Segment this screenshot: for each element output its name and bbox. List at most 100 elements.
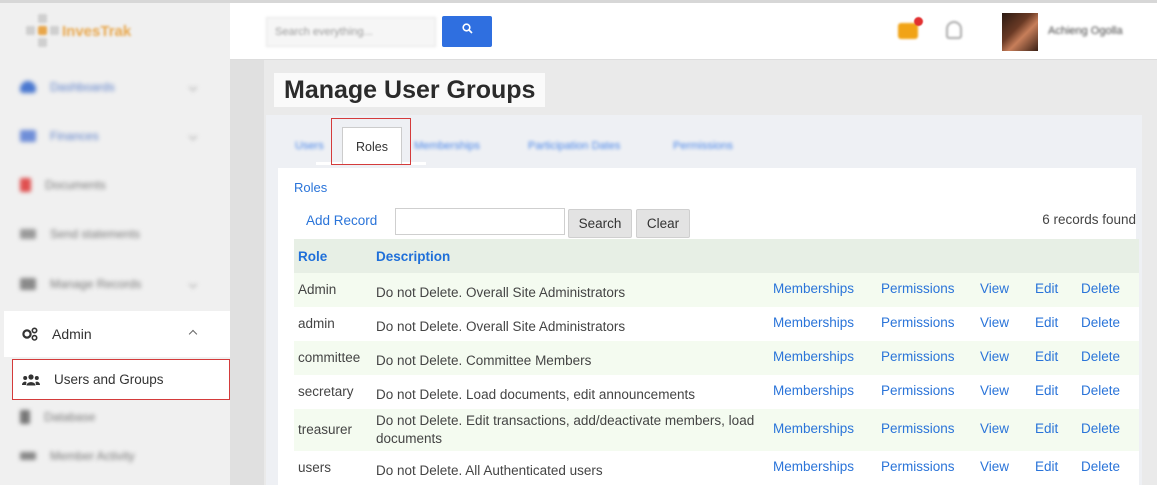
- sidebar-item-label: Users and Groups: [54, 372, 164, 387]
- tab-permissions[interactable]: Permissions: [673, 140, 733, 152]
- description-cell: Do not Delete. Overall Site Administrato…: [376, 285, 626, 300]
- view-link[interactable]: View: [980, 349, 1009, 364]
- sidebar-item-documents[interactable]: Documents: [0, 165, 230, 205]
- edit-link[interactable]: Edit: [1035, 383, 1058, 398]
- add-record-link[interactable]: Add Record: [306, 213, 377, 228]
- sidebar-item-label: Manage Records: [50, 277, 142, 291]
- delete-link[interactable]: Delete: [1081, 281, 1120, 296]
- role-cell: treasurer: [298, 422, 353, 437]
- edit-link[interactable]: Edit: [1035, 349, 1058, 364]
- grid-header: Role Description: [294, 239, 1139, 273]
- edit-link[interactable]: Edit: [1035, 281, 1058, 296]
- database-icon: [20, 410, 30, 424]
- table-row: committee Do not Delete. Committee Member…: [294, 341, 1139, 375]
- description-cell: Do not Delete. Committee Members: [376, 353, 592, 368]
- column-header-description[interactable]: Description: [376, 249, 450, 264]
- sidebar-item-database[interactable]: Database: [0, 397, 230, 437]
- delete-link[interactable]: Delete: [1081, 349, 1120, 364]
- sidebar-item-label: Admin: [52, 326, 92, 342]
- sidebar-item-manage-records[interactable]: Manage Records: [0, 264, 230, 304]
- table-row: secretary Do not Delete. Load documents, …: [294, 375, 1139, 409]
- permissions-link[interactable]: Permissions: [881, 459, 955, 474]
- permissions-link[interactable]: Permissions: [881, 315, 955, 330]
- memberships-link[interactable]: Memberships: [773, 421, 854, 436]
- column-header-role[interactable]: Role: [298, 249, 327, 264]
- activity-icon: [20, 452, 36, 460]
- user-name[interactable]: Achieng Ogolla: [1048, 25, 1123, 37]
- permissions-link[interactable]: Permissions: [881, 281, 955, 296]
- app-logo[interactable]: InvesTrak: [26, 13, 131, 49]
- edit-link[interactable]: Edit: [1035, 315, 1058, 330]
- sidebar-item-label: Member Activity: [50, 449, 135, 463]
- finance-icon: [20, 130, 36, 142]
- table-row: admin Do not Delete. Overall Site Adminis…: [294, 307, 1139, 341]
- cloud-icon: [20, 81, 36, 93]
- sidebar-item-users-and-groups[interactable]: Users and Groups: [12, 359, 230, 400]
- tab-users[interactable]: Users: [295, 140, 324, 152]
- description-cell: Do not Delete. All Authenticated users: [376, 463, 603, 478]
- tab-memberships[interactable]: Memberships: [414, 140, 480, 152]
- tab-roles-highlight: [331, 118, 411, 165]
- breadcrumb[interactable]: Roles: [294, 180, 327, 195]
- role-cell: Admin: [298, 282, 337, 297]
- delete-link[interactable]: Delete: [1081, 315, 1120, 330]
- delete-link[interactable]: Delete: [1081, 421, 1120, 436]
- sidebar-item-label: Documents: [45, 178, 106, 192]
- delete-link[interactable]: Delete: [1081, 383, 1120, 398]
- view-link[interactable]: View: [980, 281, 1009, 296]
- description-cell: Do not Delete. Load documents, edit anno…: [376, 387, 695, 402]
- sidebar-item-admin[interactable]: Admin: [4, 311, 230, 357]
- search-input[interactable]: Search everything...: [266, 17, 436, 47]
- document-icon: [20, 178, 31, 192]
- view-link[interactable]: View: [980, 383, 1009, 398]
- clear-button[interactable]: Clear: [636, 209, 690, 238]
- chevron-up-icon: [188, 329, 198, 339]
- search-icon: [461, 23, 473, 34]
- content-gutter: [230, 60, 264, 485]
- table-row: treasurer Do not Delete. Edit transaction…: [294, 409, 1139, 451]
- view-link[interactable]: View: [980, 315, 1009, 330]
- role-cell: users: [298, 460, 332, 475]
- memberships-link[interactable]: Memberships: [773, 459, 854, 474]
- edit-link[interactable]: Edit: [1035, 459, 1058, 474]
- role-cell: secretary: [298, 384, 354, 399]
- notifications-icon[interactable]: [898, 23, 918, 39]
- role-cell: admin: [298, 316, 335, 331]
- sidebar-item-send-statements[interactable]: Send statements: [0, 214, 230, 254]
- role-cell: committee: [298, 350, 361, 365]
- page-title: Manage User Groups: [274, 73, 546, 107]
- delete-link[interactable]: Delete: [1081, 459, 1120, 474]
- logo-text: InvesTrak: [62, 22, 132, 40]
- description-cell: Do not Delete. Edit transactions, add/de…: [376, 413, 755, 446]
- permissions-link[interactable]: Permissions: [881, 349, 955, 364]
- memberships-link[interactable]: Memberships: [773, 281, 854, 296]
- memberships-link[interactable]: Memberships: [773, 349, 854, 364]
- memberships-link[interactable]: Memberships: [773, 315, 854, 330]
- roles-grid-container: Roles Add Record Search Clear 6 records …: [278, 168, 1139, 485]
- filter-input[interactable]: [395, 208, 565, 235]
- sidebar-item-label: Finances: [50, 129, 99, 143]
- avatar[interactable]: [1002, 13, 1038, 51]
- view-link[interactable]: View: [980, 421, 1009, 436]
- main-content: Manage User Groups Users Roles Membershi…: [230, 60, 1157, 485]
- sidebar: InvesTrak Dashboards Finances Documents …: [0, 0, 230, 485]
- users-icon: [22, 373, 40, 385]
- tab-participation-dates[interactable]: Participation Dates: [528, 140, 620, 152]
- bell-icon[interactable]: [946, 21, 962, 39]
- sidebar-item-label: Database: [44, 410, 96, 424]
- permissions-link[interactable]: Permissions: [881, 383, 955, 398]
- search-grid-button[interactable]: Search: [568, 209, 632, 238]
- permissions-link[interactable]: Permissions: [881, 421, 955, 436]
- search-button[interactable]: [442, 16, 492, 47]
- view-link[interactable]: View: [980, 459, 1009, 474]
- tab-panel: Users Roles Memberships Participation Da…: [266, 115, 1142, 485]
- table-row: Admin Do not Delete. Overall Site Adminis…: [294, 273, 1139, 307]
- sidebar-item-dashboards[interactable]: Dashboards: [0, 67, 230, 107]
- sidebar-item-finances[interactable]: Finances: [0, 116, 230, 156]
- records-icon: [20, 278, 36, 290]
- memberships-link[interactable]: Memberships: [773, 383, 854, 398]
- sidebar-item-member-activity[interactable]: Member Activity: [0, 436, 230, 476]
- edit-link[interactable]: Edit: [1035, 421, 1058, 436]
- logo-mark-icon: [26, 14, 60, 48]
- envelope-icon: [20, 229, 36, 239]
